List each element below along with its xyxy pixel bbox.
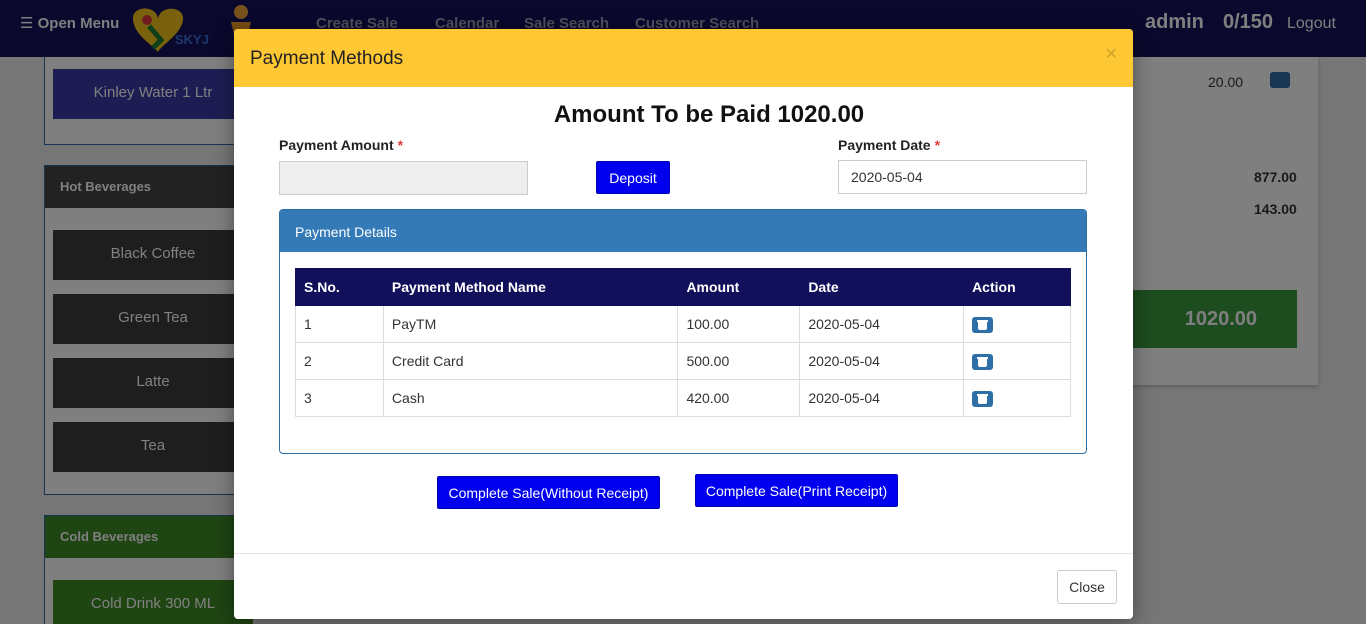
close-icon[interactable]: ×	[1105, 43, 1117, 66]
cell-action	[963, 379, 1071, 417]
cell-action	[963, 305, 1071, 343]
modal-header: Payment Methods ×	[234, 29, 1133, 87]
payment-details-heading: Payment Details	[280, 210, 1086, 252]
table-row: 1 PayTM 100.00 2020-05-04	[295, 305, 1071, 343]
required-mark: *	[934, 137, 941, 153]
cell-action	[963, 342, 1071, 380]
column-header: Date	[799, 268, 965, 306]
table-row: 3 Cash 420.00 2020-05-04	[295, 379, 1071, 417]
deposit-button[interactable]: Deposit	[596, 161, 670, 194]
complete-sale-without-receipt-button[interactable]: Complete Sale(Without Receipt)	[437, 476, 660, 509]
complete-sale-print-receipt-button[interactable]: Complete Sale(Print Receipt)	[695, 474, 898, 507]
cell-date: 2020-05-04	[799, 379, 965, 417]
trash-icon[interactable]	[972, 353, 994, 370]
payment-methods-modal: Payment Methods × Amount To be Paid 1020…	[234, 29, 1133, 619]
cell-sno: 3	[295, 379, 384, 417]
cell-method: PayTM	[382, 305, 679, 343]
payment-date-input[interactable]	[838, 160, 1087, 194]
cell-amount: 420.00	[677, 379, 801, 417]
table-row: 2 Credit Card 500.00 2020-05-04	[295, 342, 1071, 380]
payment-amount-label: Payment Amount *	[279, 137, 404, 153]
payment-details-panel: Payment Details S.No. Payment Method Nam…	[279, 209, 1087, 454]
cell-sno: 2	[295, 342, 384, 380]
required-mark: *	[397, 137, 404, 153]
close-button[interactable]: Close	[1057, 570, 1117, 604]
cell-amount: 500.00	[677, 342, 801, 380]
cell-method: Credit Card	[382, 342, 679, 380]
trash-icon[interactable]	[972, 316, 994, 333]
cell-amount: 100.00	[677, 305, 801, 343]
payment-amount-input[interactable]	[279, 161, 528, 195]
modal-title: Payment Methods	[250, 48, 404, 69]
payment-date-label: Payment Date *	[838, 137, 941, 153]
column-header: Amount	[677, 268, 801, 306]
cell-date: 2020-05-04	[799, 342, 965, 380]
column-header: S.No.	[295, 268, 384, 306]
cell-sno: 1	[295, 305, 384, 343]
column-header: Action	[963, 268, 1071, 306]
cell-date: 2020-05-04	[799, 305, 965, 343]
payment-table: S.No. Payment Method Name Amount Date Ac…	[295, 268, 1071, 417]
column-header: Payment Method Name	[382, 268, 679, 306]
modal-footer: Close	[234, 553, 1133, 619]
cell-method: Cash	[382, 379, 679, 417]
table-header-row: S.No. Payment Method Name Amount Date Ac…	[295, 268, 1071, 306]
trash-icon[interactable]	[972, 390, 994, 407]
amount-to-pay-heading: Amount To be Paid 1020.00	[553, 101, 865, 128]
